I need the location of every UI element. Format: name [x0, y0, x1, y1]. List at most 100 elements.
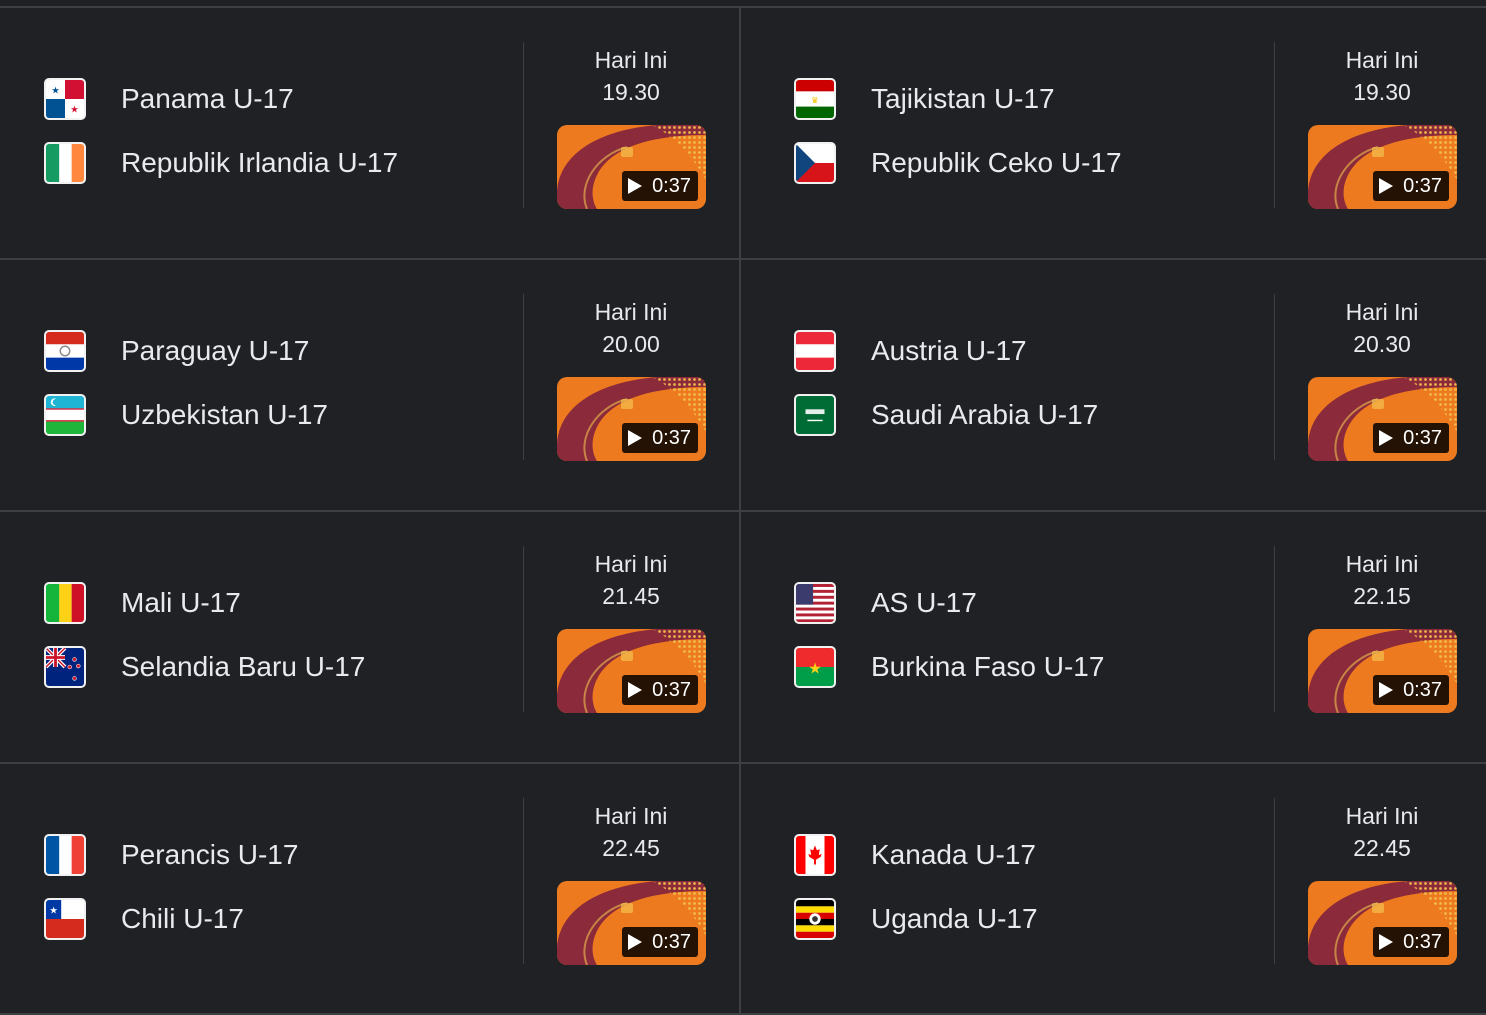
highlight-video-thumbnail[interactable]: 0:37: [1308, 629, 1457, 713]
highlight-video-thumbnail[interactable]: 0:37: [557, 125, 706, 209]
match-clock: 22.45: [1353, 835, 1411, 861]
match-time: Hari Ini 19.30: [556, 44, 706, 108]
team-row-home[interactable]: Austria U-17: [794, 330, 1098, 372]
video-duration-badge: 0:37: [622, 171, 698, 201]
match-card[interactable]: AS U-17 ★ Burkina Faso U-17 Hari Ini 22.…: [741, 512, 1486, 764]
team-name-away: Uzbekistan U-17: [121, 399, 328, 430]
match-card[interactable]: Mali U-17 Selandia Baru U-17 Hari Ini 21…: [0, 512, 741, 764]
team-name-away: Republik Irlandia U-17: [121, 147, 399, 178]
divider: [1274, 294, 1275, 460]
highlight-video-thumbnail[interactable]: 0:37: [557, 881, 706, 965]
match-card[interactable]: ♛ Tajikistan U-17 Republik Ceko U-17 Har…: [741, 8, 1486, 260]
match-time: Hari Ini 19.30: [1307, 44, 1457, 108]
match-time: Hari Ini 20.00: [556, 296, 706, 360]
video-duration: 0:37: [1403, 174, 1442, 197]
new-zealand-flag-icon: [44, 646, 86, 688]
team-row-home[interactable]: AS U-17: [794, 582, 1104, 624]
team-row-home[interactable]: ♛ Tajikistan U-17: [794, 78, 1122, 120]
match-day-label: Hari Ini: [1345, 551, 1419, 577]
ireland-flag-icon: [44, 142, 86, 184]
match-grid: ★ ★ Panama U-17 Republik Irlandia U-17 Ha…: [0, 6, 1486, 1015]
team-row-away[interactable]: ★ Burkina Faso U-17: [794, 646, 1104, 688]
uzbekistan-flag-icon: [44, 394, 86, 436]
match-time: Hari Ini 21.45: [556, 548, 706, 612]
svg-text:★: ★: [808, 661, 822, 678]
video-duration: 0:37: [652, 930, 691, 953]
highlight-video-thumbnail[interactable]: 0:37: [1308, 377, 1457, 461]
teams: ♛ Tajikistan U-17 Republik Ceko U-17: [794, 78, 1122, 206]
video-duration: 0:37: [1403, 426, 1442, 449]
match-time: Hari Ini 22.45: [556, 800, 706, 864]
paraguay-flag-icon: [44, 330, 86, 372]
czech-flag-icon: [794, 142, 836, 184]
video-duration-badge: 0:37: [1373, 171, 1449, 201]
match-clock: 19.30: [602, 79, 660, 105]
panama-flag-icon: ★ ★: [44, 78, 86, 120]
team-row-away[interactable]: Republik Ceko U-17: [794, 142, 1122, 184]
team-row-away[interactable]: Republik Irlandia U-17: [44, 142, 398, 184]
match-clock: 19.30: [1353, 79, 1411, 105]
burkina-faso-flag-icon: ★: [794, 646, 836, 688]
highlight-video-thumbnail[interactable]: 0:37: [557, 377, 706, 461]
team-row-home[interactable]: ★ ★ Panama U-17: [44, 78, 398, 120]
team-row-home[interactable]: Mali U-17: [44, 582, 365, 624]
divider: [523, 42, 524, 208]
video-duration-badge: 0:37: [1373, 423, 1449, 453]
svg-text:♛: ♛: [811, 95, 819, 105]
teams: Austria U-17 Saudi Arabia U-17: [794, 330, 1098, 458]
chile-flag-icon: ★: [44, 898, 86, 940]
highlight-video-thumbnail[interactable]: 0:37: [557, 629, 706, 713]
team-row-home[interactable]: Paraguay U-17: [44, 330, 328, 372]
saudi-arabia-flag-icon: [794, 394, 836, 436]
play-icon: [628, 178, 643, 194]
team-row-away[interactable]: Selandia Baru U-17: [44, 646, 365, 688]
video-duration: 0:37: [652, 426, 691, 449]
team-name-away: Uganda U-17: [871, 903, 1038, 934]
divider: [523, 294, 524, 460]
teams: Paraguay U-17 Uzbekistan U-17: [44, 330, 328, 458]
canada-flag-icon: [794, 834, 836, 876]
video-duration: 0:37: [1403, 930, 1442, 953]
video-duration-badge: 0:37: [622, 423, 698, 453]
team-name-home: Tajikistan U-17: [871, 83, 1055, 114]
svg-text:★: ★: [70, 104, 79, 115]
highlight-video-thumbnail[interactable]: 0:37: [1308, 881, 1457, 965]
divider: [1274, 798, 1275, 964]
team-row-away[interactable]: Saudi Arabia U-17: [794, 394, 1098, 436]
match-clock: 21.45: [602, 583, 660, 609]
tajikistan-flag-icon: ♛: [794, 78, 836, 120]
highlight-video-thumbnail[interactable]: 0:37: [1308, 125, 1457, 209]
team-row-home[interactable]: Kanada U-17: [794, 834, 1038, 876]
austria-flag-icon: [794, 330, 836, 372]
match-card[interactable]: Perancis U-17 ★ Chili U-17 Hari Ini 22.4…: [0, 764, 741, 1015]
match-time: Hari Ini 22.15: [1307, 548, 1457, 612]
video-duration: 0:37: [1403, 678, 1442, 701]
team-row-away[interactable]: Uzbekistan U-17: [44, 394, 328, 436]
video-duration-badge: 0:37: [622, 675, 698, 705]
match-card[interactable]: ★ ★ Panama U-17 Republik Irlandia U-17 Ha…: [0, 8, 741, 260]
team-name-home: Mali U-17: [121, 587, 241, 618]
video-duration: 0:37: [652, 174, 691, 197]
svg-text:★: ★: [51, 85, 60, 96]
match-card[interactable]: Kanada U-17 Uganda U-17 Hari Ini 22.45 0…: [741, 764, 1486, 1015]
play-icon: [1379, 178, 1394, 194]
match-day-label: Hari Ini: [594, 551, 668, 577]
match-clock: 20.00: [602, 331, 660, 357]
video-duration-badge: 0:37: [1373, 675, 1449, 705]
play-icon: [1379, 682, 1394, 698]
team-row-home[interactable]: Perancis U-17: [44, 834, 298, 876]
play-icon: [628, 430, 643, 446]
team-row-away[interactable]: Uganda U-17: [794, 898, 1038, 940]
team-name-away: Burkina Faso U-17: [871, 651, 1105, 682]
team-name-home: AS U-17: [871, 587, 977, 618]
uganda-flag-icon: [794, 898, 836, 940]
match-card[interactable]: Austria U-17 Saudi Arabia U-17 Hari Ini …: [741, 260, 1486, 512]
team-name-home: Kanada U-17: [871, 839, 1037, 870]
divider: [523, 546, 524, 712]
teams: ★ ★ Panama U-17 Republik Irlandia U-17: [44, 78, 398, 206]
team-row-away[interactable]: ★ Chili U-17: [44, 898, 298, 940]
match-day-label: Hari Ini: [594, 803, 668, 829]
match-card[interactable]: Paraguay U-17 Uzbekistan U-17 Hari Ini 2…: [0, 260, 741, 512]
team-name-home: Paraguay U-17: [121, 335, 310, 366]
match-day-label: Hari Ini: [594, 299, 668, 325]
